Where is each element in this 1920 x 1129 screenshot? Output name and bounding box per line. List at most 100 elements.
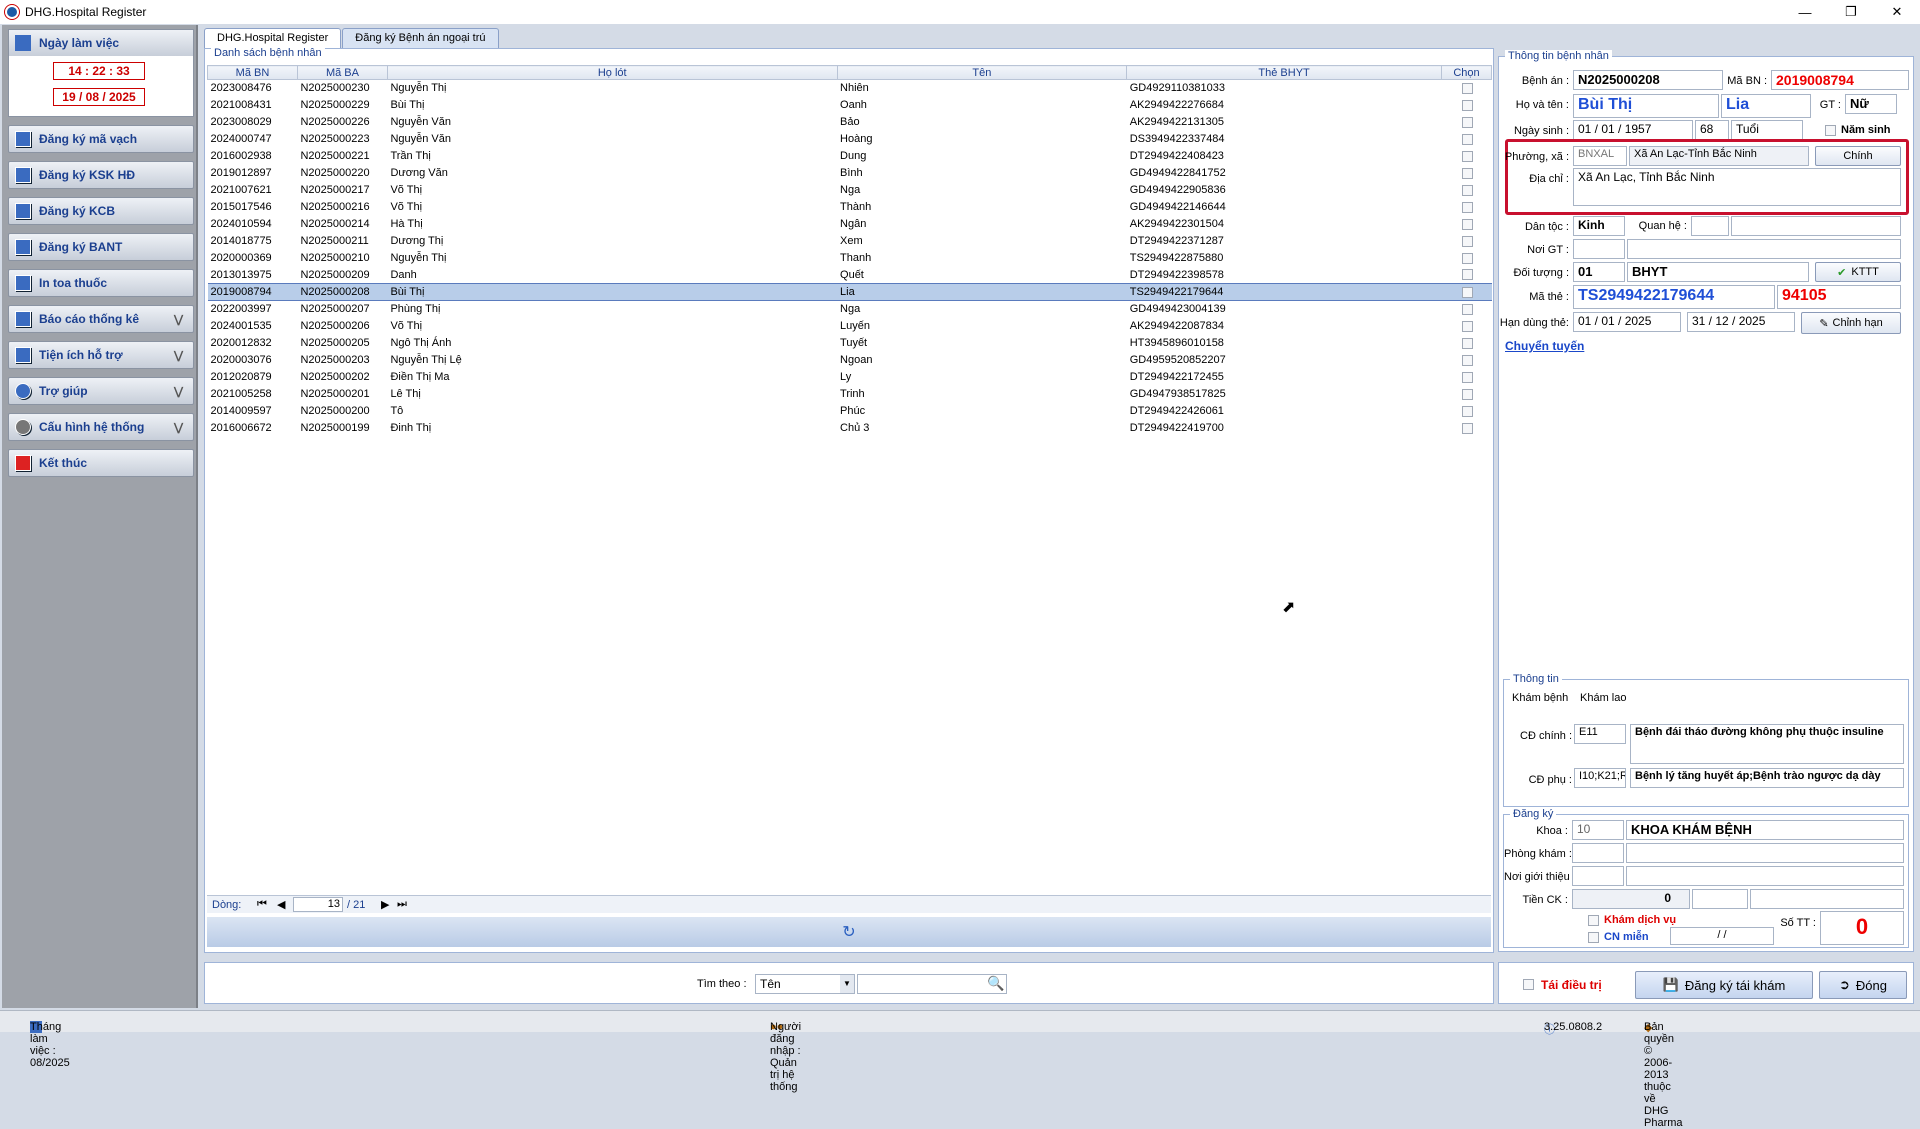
table-row[interactable]: 2014018775 N2025000211 Dương Thị Xem DT29494…	[208, 233, 1492, 250]
table-row[interactable]: 2020012832 N2025000205 Ngô Thị Ánh Tuyết HT3…	[208, 335, 1492, 352]
first-page-icon[interactable]: ⏮	[257, 898, 267, 911]
ho-field[interactable]: Bùi Thị	[1573, 94, 1719, 118]
cd-phu-field[interactable]: Bệnh lý tăng huyết áp;Bệnh trào ngược dạ…	[1630, 768, 1904, 788]
han-den-field[interactable]: 31 / 12 / 2025	[1687, 312, 1795, 332]
table-row[interactable]: 2021008431 N2025000229 Bùi Thị Oanh AK294942…	[208, 97, 1492, 114]
row-select-checkbox[interactable]	[1462, 269, 1474, 281]
sidebar-item-reports[interactable]: Báo cáo thống kê ⋁	[8, 305, 194, 333]
search-mode-select[interactable]: Tên ▼	[755, 974, 855, 994]
sidebar-item-exit[interactable]: Kết thúc	[8, 449, 194, 477]
col-header[interactable]: Mã BN	[207, 65, 298, 80]
next-page-icon[interactable]: ▶	[381, 898, 389, 911]
row-select-checkbox[interactable]	[1462, 167, 1474, 179]
row-select-checkbox[interactable]	[1462, 116, 1474, 128]
kham-dv-checkbox[interactable]	[1588, 915, 1599, 926]
han-tu-field[interactable]: 01 / 01 / 2025	[1573, 312, 1681, 332]
search-icon[interactable]: 🔍	[987, 975, 1004, 992]
col-header[interactable]: Họ lót	[386, 65, 838, 80]
quan-he-field[interactable]	[1731, 216, 1901, 236]
khoa-field[interactable]: KHOA KHÁM BỆNH	[1626, 820, 1904, 840]
ngay-sinh-field[interactable]: 01 / 01 / 1957	[1573, 120, 1693, 140]
cd-chinh-code-field[interactable]: E11	[1574, 724, 1626, 744]
row-select-checkbox[interactable]	[1462, 303, 1474, 315]
row-select-checkbox[interactable]	[1462, 235, 1474, 247]
refresh-icon[interactable]: ↻	[207, 917, 1491, 947]
prev-page-icon[interactable]: ◀	[277, 898, 285, 911]
khoa-code-field[interactable]: 10	[1572, 820, 1624, 840]
tab-kham-benh[interactable]: Khám bệnh	[1512, 692, 1569, 704]
tuoi-unit-select[interactable]: Tuổi	[1731, 120, 1803, 140]
sidebar-item-print-prescription[interactable]: In toa thuốc	[8, 269, 194, 297]
tien-ck-field-3[interactable]	[1750, 889, 1904, 909]
row-select-checkbox[interactable]	[1462, 320, 1474, 332]
gt-field[interactable]: Nữ	[1845, 94, 1897, 114]
row-select-checkbox[interactable]	[1462, 133, 1474, 145]
chinh-han-button[interactable]: ✎ Chỉnh hạn	[1801, 312, 1901, 334]
tien-ck-field-2[interactable]	[1692, 889, 1748, 909]
doi-tuong-field[interactable]: BHYT	[1627, 262, 1809, 282]
dang-ky-tai-kham-button[interactable]: 💾 Đăng ký tái khám	[1635, 971, 1813, 999]
phuong-code-field[interactable]: BNXAL	[1573, 146, 1627, 166]
table-row[interactable]: 2016002938 N2025000221 Trần Thị Dung DT29494…	[208, 148, 1492, 165]
tai-dieu-tri-checkbox[interactable]	[1523, 979, 1534, 990]
sidebar-item-settings[interactable]: Cấu hình hệ thống ⋁	[8, 413, 194, 441]
table-row[interactable]: 2020000369 N2025000210 Nguyễn Thị Thanh TS29…	[208, 250, 1492, 267]
table-row[interactable]: 2015017546 N2025000216 Võ Thị Thành GD494942…	[208, 199, 1492, 216]
table-row[interactable]: 2024000747 N2025000223 Nguyễn Văn Hoàng DS39…	[208, 131, 1492, 148]
tab-home[interactable]: DHG.Hospital Register	[204, 28, 342, 48]
tab-kham-lao[interactable]: Khám lao	[1580, 692, 1626, 704]
sidebar-item-utilities[interactable]: Tiện ích hỗ trợ ⋁	[8, 341, 194, 369]
row-select-checkbox[interactable]	[1462, 99, 1474, 111]
noi-gioi-thieu-code-field[interactable]	[1572, 866, 1624, 886]
sidebar-item-bant[interactable]: Đăng ký BANT	[8, 233, 194, 261]
table-row[interactable]: 2019012897 N2025000220 Dương Văn Bình GD4949…	[208, 165, 1492, 182]
col-header[interactable]: Chọn	[1440, 65, 1493, 80]
sidebar-item-ksk[interactable]: Đăng ký KSK HĐ	[8, 161, 194, 189]
table-row[interactable]: 2021005258 N2025000201 Lê Thị Trinh GD494793…	[208, 386, 1492, 403]
row-select-checkbox[interactable]	[1462, 371, 1474, 383]
table-row[interactable]: 2024001535 N2025000206 Võ Thị Luyến AK294942…	[208, 318, 1492, 335]
kttt-button[interactable]: ✔ KTTT	[1815, 262, 1901, 282]
table-row[interactable]: 2014009597 N2025000200 Tô Phúc DT29494224260…	[208, 403, 1492, 420]
dia-chi-field[interactable]: Xã An Lạc, Tỉnh Bắc Ninh	[1573, 168, 1901, 206]
table-row[interactable]: 2012020879 N2025000202 Điền Thị Ma Ly DT2949…	[208, 369, 1492, 386]
minimize-button[interactable]: —	[1782, 0, 1828, 24]
table-row[interactable]: 2023008029 N2025000226 Nguyễn Văn Bảo AK2949…	[208, 114, 1492, 131]
phong-code-field[interactable]	[1572, 843, 1624, 863]
row-select-checkbox[interactable]	[1462, 150, 1474, 162]
search-input[interactable]	[857, 974, 1007, 994]
table-row[interactable]: 2019008794 N2025000208 Bùi Thị Lia TS2949422…	[207, 283, 1492, 301]
noi-gioi-thieu-field[interactable]	[1626, 866, 1904, 886]
nam-sinh-checkbox[interactable]	[1825, 125, 1836, 136]
restore-button[interactable]: ❐	[1828, 0, 1874, 24]
row-select-checkbox[interactable]	[1462, 354, 1474, 366]
col-header[interactable]: Tên	[836, 65, 1128, 80]
row-select-checkbox[interactable]	[1462, 218, 1474, 230]
phuong-field[interactable]: Xã An Lạc-Tỉnh Bắc Ninh	[1629, 146, 1809, 166]
cd-phu-code-field[interactable]: I10;K21;R	[1574, 768, 1626, 788]
col-header[interactable]: Thẻ BHYT	[1126, 65, 1442, 80]
phong-field[interactable]	[1626, 843, 1904, 863]
table-row[interactable]: 2013013975 N2025000209 Danh Quết DT294942239…	[208, 267, 1492, 284]
row-select-checkbox[interactable]	[1462, 337, 1474, 349]
row-select-checkbox[interactable]	[1462, 184, 1474, 196]
dan-toc-field[interactable]: Kinh	[1573, 216, 1625, 236]
tien-ck-field[interactable]: 0	[1572, 889, 1690, 909]
noi-gt-code-field[interactable]	[1573, 239, 1625, 259]
close-button[interactable]: ✕	[1874, 0, 1920, 24]
row-select-checkbox[interactable]	[1462, 82, 1474, 94]
table-row[interactable]: 2016006672 N2025000199 Đinh Thị Chủ 3 DT2949…	[208, 420, 1492, 437]
row-select-checkbox[interactable]	[1462, 201, 1474, 213]
dong-button[interactable]: ➲ Đóng	[1819, 971, 1907, 999]
row-select-checkbox[interactable]	[1462, 388, 1474, 400]
table-row[interactable]: 2024010594 N2025000214 Hà Thị Ngân AK2949422…	[208, 216, 1492, 233]
quan-he-code-field[interactable]	[1691, 216, 1729, 236]
noi-gt-field[interactable]	[1627, 239, 1901, 259]
ma-bn-field[interactable]: 2019008794	[1771, 70, 1909, 90]
col-header[interactable]: Mã BA	[296, 65, 388, 80]
sidebar-item-kcb[interactable]: Đăng ký KCB	[8, 197, 194, 225]
table-row[interactable]: 2022003997 N2025000207 Phùng Thị Nga GD49494…	[208, 301, 1492, 318]
cn-mien-date-field[interactable]: / /	[1670, 927, 1774, 945]
table-row[interactable]: 2023008476 N2025000230 Nguyễn Thị Nhiên GD49…	[208, 80, 1492, 97]
benh-an-field[interactable]: N2025000208	[1573, 70, 1723, 90]
